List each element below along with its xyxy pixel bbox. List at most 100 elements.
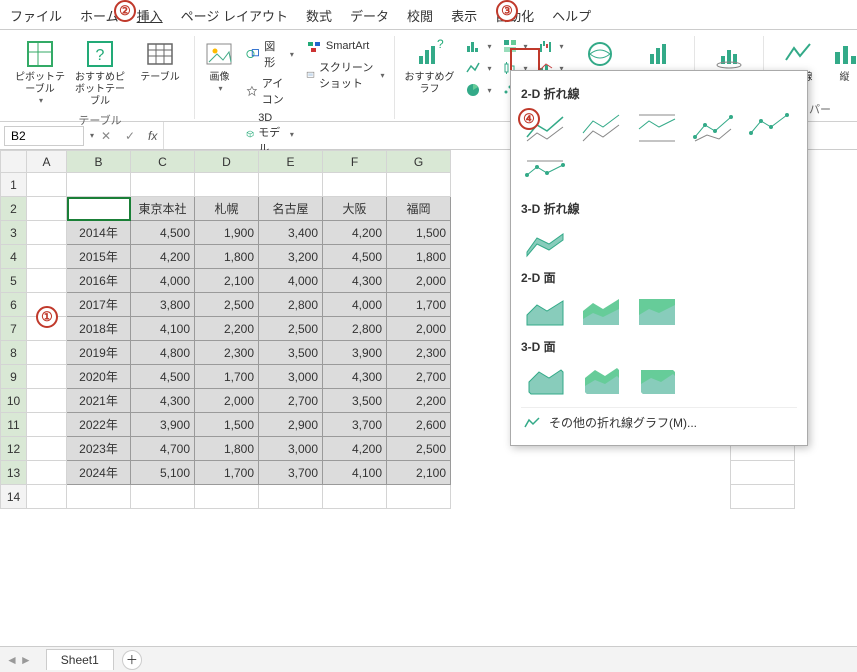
cell[interactable]: 2,800 (323, 317, 387, 341)
col-header-G[interactable]: G (387, 151, 451, 173)
cell[interactable] (67, 197, 131, 221)
cell[interactable]: 4,300 (131, 389, 195, 413)
cell[interactable]: 福岡 (387, 197, 451, 221)
col-header-D[interactable]: D (195, 151, 259, 173)
cell[interactable]: 2,700 (259, 389, 323, 413)
line-3d[interactable] (521, 223, 569, 263)
area-basic[interactable] (521, 292, 569, 332)
cell[interactable]: 3,700 (259, 461, 323, 485)
cell[interactable] (323, 173, 387, 197)
cell[interactable] (27, 269, 67, 293)
row-header-2[interactable]: 2 (1, 197, 27, 221)
cell[interactable]: 4,300 (323, 269, 387, 293)
cell[interactable]: 3,800 (131, 293, 195, 317)
cell[interactable]: 4,800 (131, 341, 195, 365)
area-3d-stacked[interactable] (577, 361, 625, 401)
menu-ページ レイアウト[interactable]: ページ レイアウト (181, 6, 288, 25)
cell[interactable] (131, 485, 195, 509)
cell[interactable]: 2015年 (67, 245, 131, 269)
row-header-1[interactable]: 1 (1, 173, 27, 197)
cell[interactable]: 2019年 (67, 341, 131, 365)
cell[interactable]: 東京本社 (131, 197, 195, 221)
cell[interactable] (27, 413, 67, 437)
cell[interactable] (67, 173, 131, 197)
cell[interactable]: 札幌 (195, 197, 259, 221)
cell[interactable]: 2,000 (195, 389, 259, 413)
cell[interactable]: 2,300 (195, 341, 259, 365)
cell[interactable]: 名古屋 (259, 197, 323, 221)
cell[interactable]: 3,900 (323, 341, 387, 365)
cell[interactable] (259, 485, 323, 509)
row-header-7[interactable]: 7 (1, 317, 27, 341)
cell[interactable] (27, 341, 67, 365)
menu-データ[interactable]: データ (350, 6, 389, 25)
cell[interactable]: 2021年 (67, 389, 131, 413)
cell[interactable] (27, 437, 67, 461)
cell[interactable]: 4,100 (323, 461, 387, 485)
more-line-charts[interactable]: その他の折れ線グラフ(M)... (521, 407, 797, 437)
area-stacked[interactable] (577, 292, 625, 332)
cell[interactable] (731, 461, 795, 485)
cell[interactable]: 4,500 (131, 221, 195, 245)
chart-column-button[interactable]: ▾ (461, 36, 495, 56)
cell[interactable]: 2024年 (67, 461, 131, 485)
row-header-5[interactable]: 5 (1, 269, 27, 293)
tab-prev-icon[interactable]: ◄ (6, 653, 18, 667)
cell[interactable]: 3,000 (259, 437, 323, 461)
cell[interactable]: 2,000 (387, 317, 451, 341)
cell[interactable] (27, 173, 67, 197)
cell[interactable] (27, 461, 67, 485)
cell[interactable]: 3,400 (259, 221, 323, 245)
cell[interactable]: 1,800 (195, 437, 259, 461)
cell[interactable] (27, 221, 67, 245)
chart-hierarchy-button[interactable]: ▾ (498, 36, 532, 56)
sparkline-column-button[interactable]: 縦 (830, 36, 857, 86)
area-3d[interactable] (521, 361, 569, 401)
cell[interactable]: 2022年 (67, 413, 131, 437)
cell[interactable]: 1,700 (195, 365, 259, 389)
cell[interactable]: 4,700 (131, 437, 195, 461)
menu-表示[interactable]: 表示 (451, 6, 477, 25)
chart-pie-button[interactable]: ▾ (461, 80, 495, 100)
row-header-11[interactable]: 11 (1, 413, 27, 437)
area-3d-100stacked[interactable] (633, 361, 681, 401)
cell[interactable]: 1,800 (195, 245, 259, 269)
cell[interactable]: 4,500 (323, 245, 387, 269)
cell[interactable]: 2,700 (387, 365, 451, 389)
tab-next-icon[interactable]: ► (20, 653, 32, 667)
col-header-A[interactable]: A (27, 151, 67, 173)
cell[interactable] (27, 389, 67, 413)
cell[interactable] (195, 173, 259, 197)
row-header-12[interactable]: 12 (1, 437, 27, 461)
col-header-E[interactable]: E (259, 151, 323, 173)
cell[interactable]: 4,300 (323, 365, 387, 389)
cell[interactable]: 2018年 (67, 317, 131, 341)
name-box[interactable] (4, 126, 84, 146)
row-header-9[interactable]: 9 (1, 365, 27, 389)
cell[interactable]: 2,500 (195, 293, 259, 317)
chart-waterfall-button[interactable]: ▾ (534, 36, 568, 56)
cell[interactable]: 4,500 (131, 365, 195, 389)
enter-icon[interactable]: ✓ (118, 129, 142, 143)
smartart-button[interactable]: SmartArt (302, 36, 389, 56)
cell[interactable]: 4,100 (131, 317, 195, 341)
cell[interactable] (67, 485, 131, 509)
cell[interactable]: 3,000 (259, 365, 323, 389)
col-header-B[interactable]: B (67, 151, 131, 173)
cell[interactable]: 1,700 (387, 293, 451, 317)
cell[interactable]: 4,000 (259, 269, 323, 293)
cell[interactable]: 1,700 (195, 461, 259, 485)
fx-icon[interactable]: fx (142, 129, 163, 143)
cell[interactable]: 3,200 (259, 245, 323, 269)
row-header-10[interactable]: 10 (1, 389, 27, 413)
cell[interactable]: 2016年 (67, 269, 131, 293)
table-button[interactable]: テーブル (132, 36, 188, 86)
recommended-pivot-button[interactable]: ? おすすめピボットテーブル (72, 36, 128, 110)
cell[interactable]: 2,600 (387, 413, 451, 437)
cancel-icon[interactable]: ✕ (94, 129, 118, 143)
shapes-button[interactable]: 図形▾ (242, 36, 298, 72)
row-header-6[interactable]: 6 (1, 293, 27, 317)
cell[interactable]: 4,200 (131, 245, 195, 269)
cell[interactable]: 2023年 (67, 437, 131, 461)
cell[interactable]: 2017年 (67, 293, 131, 317)
